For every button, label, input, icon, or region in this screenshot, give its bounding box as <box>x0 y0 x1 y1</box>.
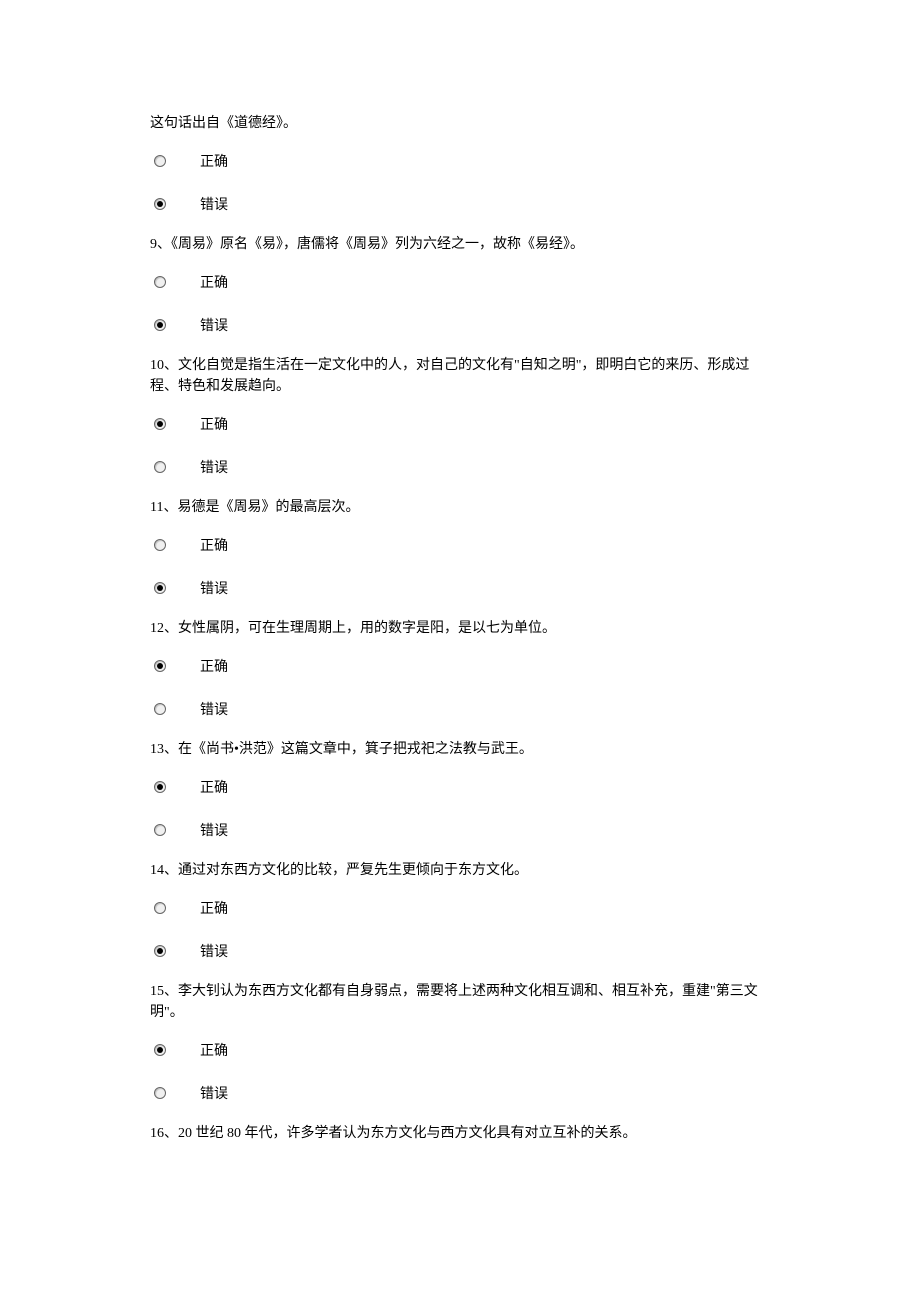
option-label-incorrect: 错误 <box>200 575 228 600</box>
option-label-correct: 正确 <box>200 269 228 294</box>
radio-icon <box>154 582 166 594</box>
q15-option-incorrect[interactable]: 错误 <box>150 1080 770 1105</box>
q13-option-correct[interactable]: 正确 <box>150 774 770 799</box>
q11-option-correct[interactable]: 正确 <box>150 532 770 557</box>
option-label-correct: 正确 <box>200 148 228 173</box>
q8-option-correct[interactable]: 正确 <box>150 148 770 173</box>
radio-icon <box>154 1087 166 1099</box>
q11-text: 11、易德是《周易》的最高层次。 <box>150 497 770 518</box>
q12-text: 12、女性属阴，可在生理周期上，用的数字是阳，是以七为单位。 <box>150 618 770 639</box>
radio-icon <box>154 902 166 914</box>
option-label-correct: 正确 <box>200 1037 228 1062</box>
q14-text: 14、通过对东西方文化的比较，严复先生更倾向于东方文化。 <box>150 860 770 881</box>
option-label-incorrect: 错误 <box>200 454 228 479</box>
radio-icon <box>154 198 166 210</box>
radio-icon <box>154 539 166 551</box>
q8-option-incorrect[interactable]: 错误 <box>150 191 770 216</box>
q9-text: 9、《周易》原名《易》，唐儒将《周易》列为六经之一，故称《易经》。 <box>150 234 770 255</box>
option-label-correct: 正确 <box>200 774 228 799</box>
q9-option-correct[interactable]: 正确 <box>150 269 770 294</box>
radio-icon <box>154 1044 166 1056</box>
option-label-incorrect: 错误 <box>200 191 228 216</box>
q14-option-incorrect[interactable]: 错误 <box>150 938 770 963</box>
option-label-incorrect: 错误 <box>200 817 228 842</box>
option-label-correct: 正确 <box>200 653 228 678</box>
radio-icon <box>154 660 166 672</box>
q15-text: 15、李大钊认为东西方文化都有自身弱点，需要将上述两种文化相互调和、相互补充，重… <box>150 981 770 1023</box>
q16-text: 16、20 世纪 80 年代，许多学者认为东方文化与西方文化具有对立互补的关系。 <box>150 1123 770 1144</box>
radio-icon <box>154 824 166 836</box>
q10-option-correct[interactable]: 正确 <box>150 411 770 436</box>
option-label-incorrect: 错误 <box>200 1080 228 1105</box>
option-label-incorrect: 错误 <box>200 938 228 963</box>
q10-text: 10、文化自觉是指生活在一定文化中的人，对自己的文化有"自知之明"，即明白它的来… <box>150 355 770 397</box>
radio-icon <box>154 155 166 167</box>
q13-text: 13、在《尚书•洪范》这篇文章中，箕子把戎祀之法教与武王。 <box>150 739 770 760</box>
q12-option-incorrect[interactable]: 错误 <box>150 696 770 721</box>
q13-option-incorrect[interactable]: 错误 <box>150 817 770 842</box>
radio-icon <box>154 945 166 957</box>
radio-icon <box>154 276 166 288</box>
radio-icon <box>154 418 166 430</box>
intro-text: 这句话出自《道德经》。 <box>150 113 770 134</box>
q11-option-incorrect[interactable]: 错误 <box>150 575 770 600</box>
option-label-correct: 正确 <box>200 411 228 436</box>
q15-option-correct[interactable]: 正确 <box>150 1037 770 1062</box>
q10-option-incorrect[interactable]: 错误 <box>150 454 770 479</box>
radio-icon <box>154 781 166 793</box>
option-label-correct: 正确 <box>200 895 228 920</box>
radio-icon <box>154 461 166 473</box>
option-label-incorrect: 错误 <box>200 312 228 337</box>
q14-option-correct[interactable]: 正确 <box>150 895 770 920</box>
radio-icon <box>154 319 166 331</box>
q9-option-incorrect[interactable]: 错误 <box>150 312 770 337</box>
radio-icon <box>154 703 166 715</box>
option-label-correct: 正确 <box>200 532 228 557</box>
q12-option-correct[interactable]: 正确 <box>150 653 770 678</box>
option-label-incorrect: 错误 <box>200 696 228 721</box>
